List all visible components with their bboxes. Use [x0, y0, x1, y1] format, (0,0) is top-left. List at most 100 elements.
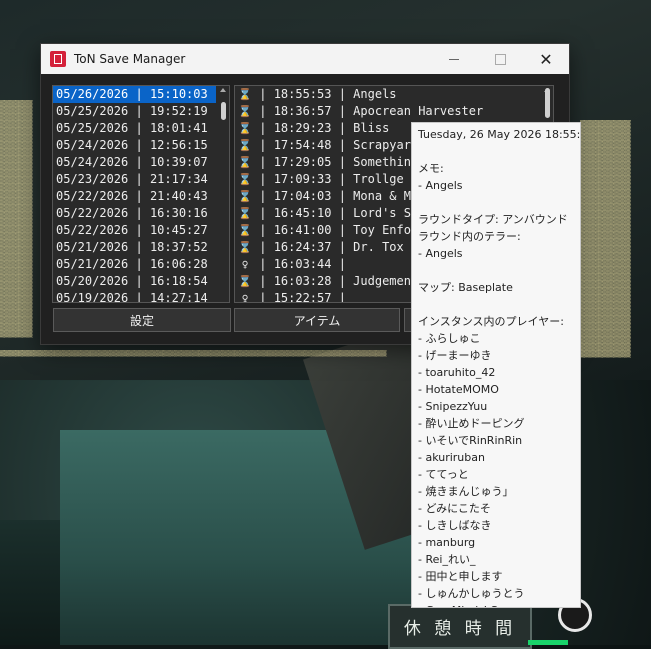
- save-list-item[interactable]: 05/22/2026 | 16:30:16: [53, 205, 229, 222]
- separator: |: [331, 104, 354, 118]
- save-date: 05/23/2026: [56, 172, 129, 186]
- save-time: 16:06:28: [149, 257, 208, 271]
- separator: |: [128, 172, 150, 186]
- separator: |: [128, 189, 150, 203]
- separator: |: [331, 138, 354, 152]
- separator: |: [252, 155, 274, 169]
- tooltip-terrors-label: ラウンド内のテラー:: [418, 230, 521, 243]
- round-time: 18:29:23: [273, 121, 332, 135]
- separator: |: [252, 291, 274, 303]
- tooltip-memo-label: メモ:: [418, 162, 444, 175]
- separator: |: [128, 274, 150, 288]
- tooltip-player: - どみにこたそ: [418, 502, 491, 515]
- separator: |: [331, 291, 354, 303]
- save-time: 21:17:34: [149, 172, 208, 186]
- tooltip-player: - manburg: [418, 536, 476, 549]
- separator: |: [331, 240, 354, 254]
- separator: |: [331, 121, 354, 135]
- save-list-item[interactable]: 05/20/2026 | 16:18:54: [53, 273, 229, 290]
- separator: |: [252, 223, 274, 237]
- tooltip-player: - ててっと: [418, 468, 469, 481]
- round-time: 17:29:05: [273, 155, 332, 169]
- separator: |: [252, 257, 274, 271]
- round-list-scroll-thumb[interactable]: [545, 88, 550, 118]
- title-bar[interactable]: ToN Save Manager ✕: [41, 44, 569, 74]
- hourglass-icon: ⌛: [238, 122, 252, 135]
- tooltip-player: - いそいでRinRinRin: [418, 434, 523, 447]
- round-name: Judgement: [353, 274, 419, 288]
- save-list-item[interactable]: 05/24/2026 | 12:56:15: [53, 137, 229, 154]
- separator: |: [252, 274, 274, 288]
- separator: |: [331, 257, 354, 271]
- round-name: Scrapyard: [353, 138, 419, 152]
- player-icon: ♀: [241, 292, 249, 303]
- separator: |: [331, 87, 354, 101]
- tooltip-player: - 酔い止めドーピング: [418, 417, 525, 430]
- save-list-item[interactable]: 05/22/2026 | 21:40:43: [53, 188, 229, 205]
- separator: |: [252, 87, 274, 101]
- background-text-wall: ▒▒▒▒▒▒▒▒▒ ▒▒▒▒▒▒▒▒▒ ▒▒▒▒▒▒▒▒▒ ▒▒▒▒▒▒▒▒▒ …: [0, 100, 33, 338]
- scroll-up-icon[interactable]: [220, 88, 226, 92]
- round-time: 15:22:57: [273, 291, 332, 303]
- round-list-item[interactable]: ⌛ | 18:55:53 | Angels: [235, 86, 553, 103]
- separator: |: [331, 223, 354, 237]
- close-button[interactable]: ✕: [523, 44, 569, 74]
- separator: |: [128, 206, 150, 220]
- round-details-tooltip: Tuesday, 26 May 2026 18:55:53 メモ: - Ange…: [411, 122, 581, 608]
- round-time: 18:36:57: [273, 104, 332, 118]
- tooltip-player: - toaruhito_42: [418, 366, 496, 379]
- separator: |: [128, 291, 150, 303]
- save-date: 05/19/2026: [56, 291, 129, 303]
- round-time: 17:54:48: [273, 138, 332, 152]
- items-button[interactable]: アイテム: [234, 308, 400, 332]
- round-time: 18:55:53: [273, 87, 332, 101]
- save-date: 05/26/2026: [56, 87, 129, 101]
- save-list-item[interactable]: 05/22/2026 | 10:45:27: [53, 222, 229, 239]
- save-list-item[interactable]: 05/26/2026 | 15:10:03: [53, 86, 229, 103]
- tooltip-player: - Rei_れい_: [418, 553, 476, 566]
- save-list-item[interactable]: 05/19/2026 | 14:27:14: [53, 290, 229, 303]
- round-name: Mona & Mo: [353, 189, 419, 203]
- hourglass-icon: ⌛: [238, 156, 252, 169]
- save-list-scrollbar[interactable]: [216, 86, 229, 302]
- save-list-scroll-thumb[interactable]: [221, 102, 226, 120]
- round-list-item[interactable]: ⌛ | 18:36:57 | Apocrean Harvester: [235, 103, 553, 120]
- separator: |: [252, 121, 274, 135]
- separator: |: [331, 206, 354, 220]
- save-list-item[interactable]: 05/24/2026 | 10:39:07: [53, 154, 229, 171]
- maximize-button[interactable]: [477, 44, 523, 74]
- background-text-wall: ▒▒▒▒▒▒▒▒▒▒▒▒▒▒ ▒▒▒▒▒▒▒▒▒▒▒▒▒▒ ▒▒▒▒▒▒▒▒▒▒…: [580, 120, 631, 358]
- save-list-item[interactable]: 05/25/2026 | 19:52:19: [53, 103, 229, 120]
- save-list[interactable]: 05/26/2026 | 15:10:03 05/25/2026 | 19:52:…: [52, 85, 230, 303]
- separator: |: [252, 206, 274, 220]
- hourglass-icon: ⌛: [238, 241, 252, 254]
- separator: |: [331, 189, 354, 203]
- round-name: Something: [353, 155, 419, 169]
- hourglass-icon: ⌛: [238, 224, 252, 237]
- save-time: 16:18:54: [149, 274, 208, 288]
- save-list-item[interactable]: 05/21/2026 | 18:37:52: [53, 239, 229, 256]
- round-time: 16:03:44: [273, 257, 332, 271]
- save-list-item[interactable]: 05/21/2026 | 16:06:28: [53, 256, 229, 273]
- save-time: 12:56:15: [149, 138, 208, 152]
- hourglass-icon: ⌛: [238, 105, 252, 118]
- separator: |: [252, 189, 274, 203]
- save-time: 16:30:16: [149, 206, 208, 220]
- save-date: 05/24/2026: [56, 138, 129, 152]
- separator: |: [128, 257, 150, 271]
- tooltip-player: - げーまーゆき: [418, 349, 492, 362]
- tooltip-datetime: Tuesday, 26 May 2026 18:55:53: [418, 128, 581, 141]
- save-date: 05/20/2026: [56, 274, 129, 288]
- separator: |: [331, 172, 354, 186]
- round-name: Dr. Tox: [353, 240, 404, 254]
- round-name: Toy Enfor: [353, 223, 419, 237]
- round-name: Trollge: [353, 172, 404, 186]
- save-list-item[interactable]: 05/25/2026 | 18:01:41: [53, 120, 229, 137]
- hourglass-icon: ⌛: [238, 139, 252, 152]
- minimize-button[interactable]: [431, 44, 477, 74]
- settings-button[interactable]: 設定: [53, 308, 231, 332]
- round-name: Lord's Si: [353, 206, 419, 220]
- round-time: 16:24:37: [273, 240, 332, 254]
- save-time: 10:45:27: [149, 223, 208, 237]
- save-list-item[interactable]: 05/23/2026 | 21:17:34: [53, 171, 229, 188]
